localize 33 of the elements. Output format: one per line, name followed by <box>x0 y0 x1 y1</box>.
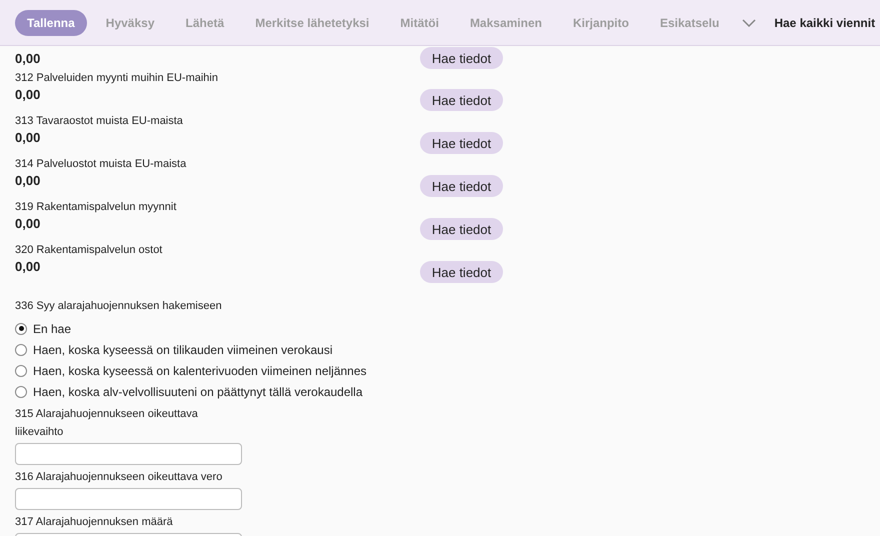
radio-button[interactable] <box>15 386 27 398</box>
field-label: 315 Alarajahuojennukseen oikeuttava liikevaihto <box>15 407 199 440</box>
field-label: 319 Rakentamispalvelun myynnit <box>15 200 178 215</box>
field-value: 0,00 <box>15 129 42 146</box>
field-value: 0,00 <box>15 86 42 103</box>
field-label: 317 Alarajahuojennuksen määrä <box>15 515 174 530</box>
field-value: 0,00 <box>15 215 42 232</box>
fetch-button[interactable]: Hae tiedot <box>420 47 503 69</box>
fetch-button[interactable]: Hae tiedot <box>420 175 503 197</box>
field-label: 313 Tavaraostot muista EU-maista <box>15 114 184 129</box>
fetch-button[interactable]: Hae tiedot <box>420 89 503 111</box>
field-label: 336 Syy alarajahuojennuksen hakemiseen <box>15 299 223 314</box>
radio-label[interactable]: En hae <box>33 322 72 336</box>
radio-button[interactable] <box>15 364 27 376</box>
field-label: 312 Palveluiden myynti muihin EU-maihin <box>15 71 219 86</box>
fetch-button[interactable]: Hae tiedot <box>420 261 503 283</box>
field-value: 0,00 <box>15 50 42 66</box>
field-label: 316 Alarajahuojennukseen oikeuttava vero <box>15 470 224 485</box>
field-label: 314 Palveluostot muista EU-maista <box>15 157 188 172</box>
input-field[interactable] <box>15 443 242 465</box>
fetch-button[interactable]: Hae tiedot <box>420 132 503 154</box>
radio-label[interactable]: Haen, koska kyseessä on tilikauden viimeinen verokausi <box>33 342 332 356</box>
field-label: 320 Rakentamispalvelun ostot <box>15 243 164 258</box>
radio-label[interactable]: Haen, koska alv-velvollisuuteni on päättynyt tällä verokaudella <box>33 384 363 398</box>
radio-button[interactable] <box>15 322 27 334</box>
radio-button[interactable] <box>15 344 27 356</box>
field-value: 0,00 <box>15 258 42 275</box>
fetch-button[interactable]: Hae tiedot <box>420 218 503 240</box>
radio-label[interactable]: Haen, koska kyseessä on kalenterivuoden viimeinen neljännes <box>33 364 367 378</box>
field-value: 0,00 <box>15 172 42 189</box>
input-field[interactable] <box>15 488 242 510</box>
chevron-down-icon[interactable] <box>742 18 756 26</box>
fetch-all-button[interactable]: Hae kaikki viennit <box>774 16 876 30</box>
